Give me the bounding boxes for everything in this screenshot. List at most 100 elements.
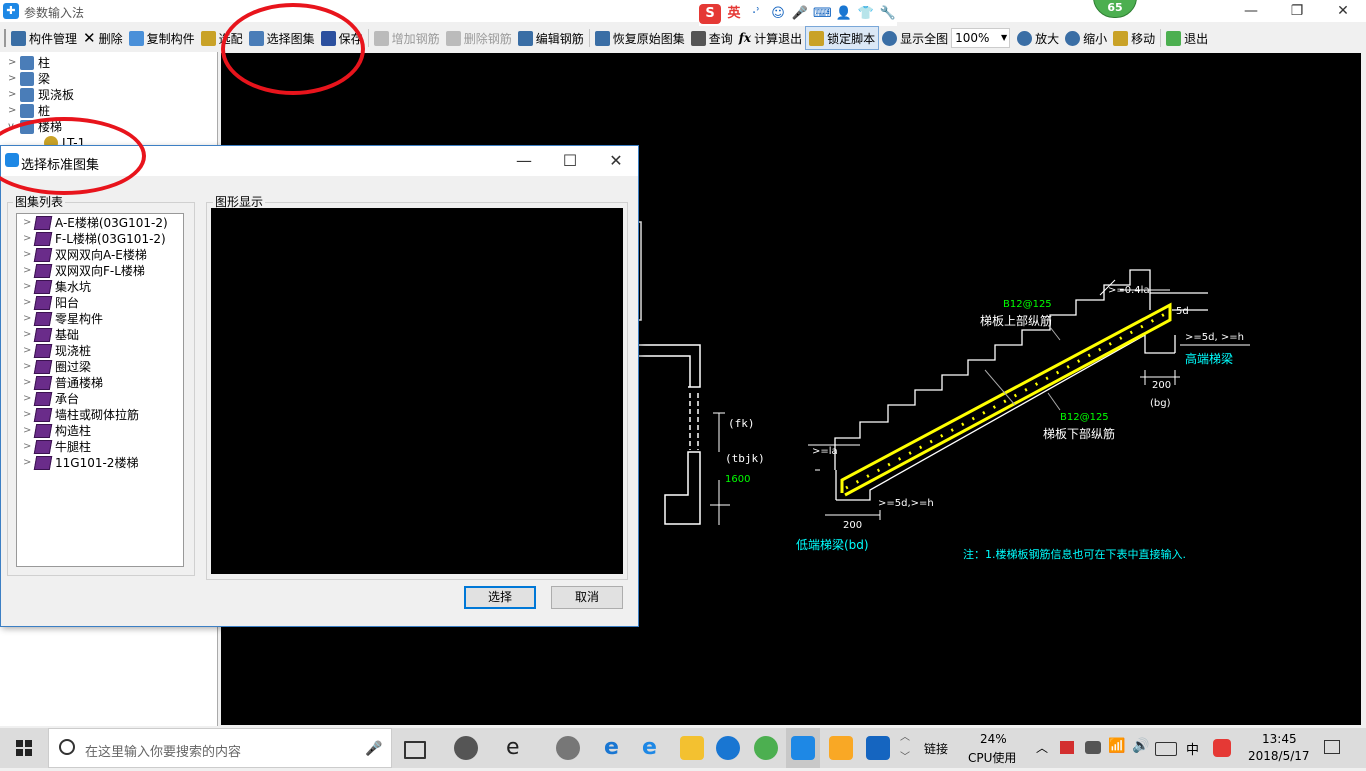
chevron-up-icon[interactable]: ︿ <box>1036 739 1048 756</box>
sogou-logo-icon[interactable]: S <box>699 4 721 24</box>
taskbar-scroll[interactable]: ︿ ﹀ <box>898 728 912 768</box>
minimize-button[interactable]: — <box>1228 0 1274 22</box>
book-icon <box>33 344 53 358</box>
chevron-right-icon[interactable]: > <box>8 87 20 103</box>
list-item[interactable]: > A-E楼梯(03G101-2) <box>23 215 168 231</box>
edge-legacy-icon[interactable]: e <box>506 736 530 760</box>
edit-rebar-button[interactable]: 编辑钢筋 <box>515 27 587 49</box>
list-item[interactable]: > 集水坑 <box>23 279 91 295</box>
ie-icon[interactable]: e <box>642 736 666 760</box>
list-item[interactable]: >11G101-2楼梯 <box>23 455 138 471</box>
dropdown-arrow-icon: ▼ <box>1000 33 1008 42</box>
wifi-icon[interactable]: 📶 <box>1108 738 1125 754</box>
printer-app-icon[interactable] <box>866 736 890 760</box>
file-explorer-icon[interactable] <box>680 736 704 760</box>
annotation-circle <box>221 3 365 95</box>
tree-item-pile[interactable]: > 桩 <box>8 103 50 119</box>
link-label[interactable]: 链接 <box>924 740 948 757</box>
dim-5d-top-label: 5d <box>1176 306 1189 317</box>
list-item[interactable]: > 承台 <box>23 391 79 407</box>
list-item[interactable]: > F-L楼梯(03G101-2) <box>23 231 166 247</box>
chevron-right-icon[interactable]: > <box>8 71 20 87</box>
keyboard-icon[interactable] <box>1155 742 1177 756</box>
ime-tools-icon[interactable]: 🔧 <box>879 5 897 23</box>
add-rebar-button[interactable]: 增加钢筋 <box>371 27 443 49</box>
preview-canvas <box>211 208 623 574</box>
notes-app-icon[interactable] <box>829 736 853 760</box>
ime-lang-toggle[interactable]: 英 <box>725 5 743 23</box>
ime-user-icon[interactable]: 👤 <box>835 5 853 23</box>
component-manage-button[interactable]: 构件管理 <box>8 27 80 49</box>
start-button[interactable] <box>0 728 48 768</box>
zoom-in-button[interactable]: 放大 <box>1014 27 1062 49</box>
dialog-close-button[interactable]: ✕ <box>593 146 639 176</box>
task-view-icon[interactable] <box>404 741 426 759</box>
g-app-icon[interactable] <box>716 736 740 760</box>
taskbar-search[interactable]: 在这里输入你要搜索的内容 🎤 <box>48 728 392 768</box>
edge-icon[interactable]: e <box>604 736 628 760</box>
cpu-label: CPU使用 <box>968 751 1017 765</box>
ime-punct-icon[interactable]: ·ʾ <box>747 5 765 23</box>
tree-item-slab[interactable]: > 现浇板 <box>8 87 74 103</box>
sogou-tray-icon[interactable] <box>1213 739 1231 757</box>
microphone-icon[interactable]: 🎤 <box>365 741 382 757</box>
edit-rebar-icon <box>517 30 533 46</box>
list-item[interactable]: > 零星构件 <box>23 311 103 327</box>
list-item[interactable]: > 墙柱或砌体拉筋 <box>23 407 139 423</box>
book-icon <box>33 408 53 422</box>
select-button[interactable]: 选择 <box>464 586 536 609</box>
lock-icon <box>809 30 825 46</box>
network-app-icon[interactable] <box>1085 741 1101 754</box>
clock-time[interactable]: 13:45 <box>1262 732 1297 746</box>
notification-icon[interactable] <box>1324 740 1340 754</box>
delete-button[interactable]: ✕ 删除 <box>80 27 126 49</box>
ime-emoji-icon[interactable]: ☺ <box>769 5 787 23</box>
exit-button[interactable]: 退出 <box>1163 27 1211 49</box>
tree-item-column[interactable]: > 柱 <box>8 55 50 71</box>
ime-skin-icon[interactable]: 👕 <box>857 5 875 23</box>
zoom-out-button[interactable]: 缩小 <box>1062 27 1110 49</box>
chevron-right-icon[interactable]: > <box>8 103 20 119</box>
dialog-minimize-button[interactable]: — <box>501 146 547 176</box>
atlas-list[interactable]: > A-E楼梯(03G101-2) > F-L楼梯(03G101-2) > 双网双向A… <box>16 213 184 567</box>
glodon-app-icon[interactable] <box>791 736 815 760</box>
pinwheel-app-icon[interactable] <box>454 736 478 760</box>
input-lang[interactable]: 中 <box>1186 739 1199 758</box>
book-icon <box>33 248 53 262</box>
list-item[interactable]: > 普通楼梯 <box>23 375 103 391</box>
select-config-icon <box>200 30 216 46</box>
cancel-button[interactable]: 取消 <box>551 586 623 609</box>
query-button[interactable]: 查询 <box>688 27 736 49</box>
list-item[interactable]: > 现浇桩 <box>23 343 91 359</box>
browser-360-icon[interactable] <box>754 736 778 760</box>
ime-voice-icon[interactable]: 🎤 <box>791 5 809 23</box>
ime-keyboard-icon[interactable]: ⌨ <box>813 5 832 23</box>
list-item[interactable]: > 牛腿柱 <box>23 439 91 455</box>
list-item[interactable]: > 构造柱 <box>23 423 91 439</box>
list-item[interactable]: > 阳台 <box>23 295 79 311</box>
show-full-button[interactable]: 显示全图 <box>879 27 951 49</box>
gift-icon[interactable] <box>1060 741 1074 754</box>
tree-item-beam[interactable]: > 梁 <box>8 71 50 87</box>
dim-5d-h-bottom-label: >=5d,>=h <box>878 498 934 509</box>
book-icon <box>33 264 53 278</box>
move-button[interactable]: 移动 <box>1110 27 1158 49</box>
zoom-select[interactable]: 100% ▼ <box>951 28 1011 48</box>
restore-atlas-button[interactable]: 恢复原始图集 <box>592 27 688 49</box>
remove-rebar-button[interactable]: 删除钢筋 <box>443 27 515 49</box>
copy-component-button[interactable]: 复制构件 <box>126 27 198 49</box>
volume-icon[interactable]: 🔊 <box>1132 738 1149 754</box>
dim-200-bottom-label: 200 <box>843 520 862 531</box>
restore-button[interactable]: ❐ <box>1274 0 1320 22</box>
bell-app-icon[interactable] <box>556 736 580 760</box>
list-item[interactable]: > 圈过梁 <box>23 359 91 375</box>
list-item[interactable]: > 基础 <box>23 327 79 343</box>
close-button[interactable]: ✕ <box>1320 0 1366 22</box>
list-item[interactable]: > 双网双向A-E楼梯 <box>23 247 147 263</box>
dialog-maximize-button[interactable]: ☐ <box>547 146 593 176</box>
list-item[interactable]: > 双网双向F-L楼梯 <box>23 263 145 279</box>
calc-exit-button[interactable]: fx 计算退出 <box>736 27 805 49</box>
chevron-right-icon[interactable]: > <box>8 55 20 71</box>
clock-date[interactable]: 2018/5/17 <box>1248 749 1310 763</box>
lock-script-button[interactable]: 锁定脚本 <box>805 26 880 50</box>
